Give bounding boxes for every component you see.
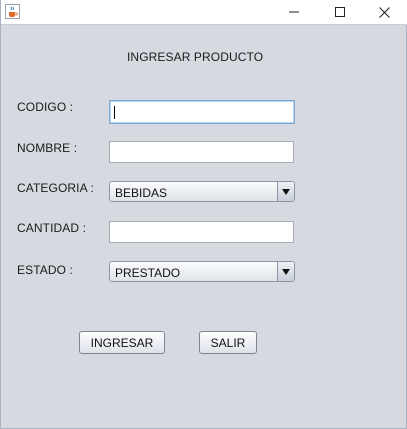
java-cup-icon [5, 4, 20, 19]
estado-dropdown-button[interactable] [277, 262, 294, 281]
maximize-icon [335, 7, 345, 17]
estado-select[interactable]: PRESTADO [109, 261, 295, 282]
categoria-label: CATEGORIA : [17, 181, 94, 195]
codigo-label: CODIGO : [17, 100, 74, 114]
cantidad-label: CANTIDAD : [17, 221, 87, 235]
app-window: INGRESAR PRODUCTO CODIGO : NOMBRE : CATE… [0, 0, 407, 429]
close-icon [378, 6, 390, 18]
triangle-down-icon [282, 268, 290, 275]
close-button[interactable] [361, 0, 407, 24]
minimize-icon [289, 11, 299, 13]
categoria-selected-value: BEBIDAS [115, 186, 168, 200]
title-bar[interactable] [1, 0, 407, 25]
ingresar-button[interactable]: INGRESAR [79, 331, 165, 354]
nombre-field[interactable] [109, 141, 294, 163]
minimize-button[interactable] [271, 0, 317, 24]
text-caret [114, 106, 115, 119]
triangle-down-icon [282, 188, 290, 195]
cantidad-field[interactable] [109, 221, 294, 243]
codigo-field[interactable] [109, 100, 295, 124]
categoria-dropdown-button[interactable] [277, 182, 294, 201]
salir-button[interactable]: SALIR [199, 331, 257, 354]
categoria-select[interactable]: BEBIDAS [109, 181, 295, 202]
estado-label: ESTADO : [17, 263, 73, 277]
nombre-label: NOMBRE : [17, 141, 78, 155]
estado-selected-value: PRESTADO [115, 266, 181, 280]
form-heading: INGRESAR PRODUCTO [127, 50, 264, 64]
maximize-button[interactable] [317, 0, 363, 24]
